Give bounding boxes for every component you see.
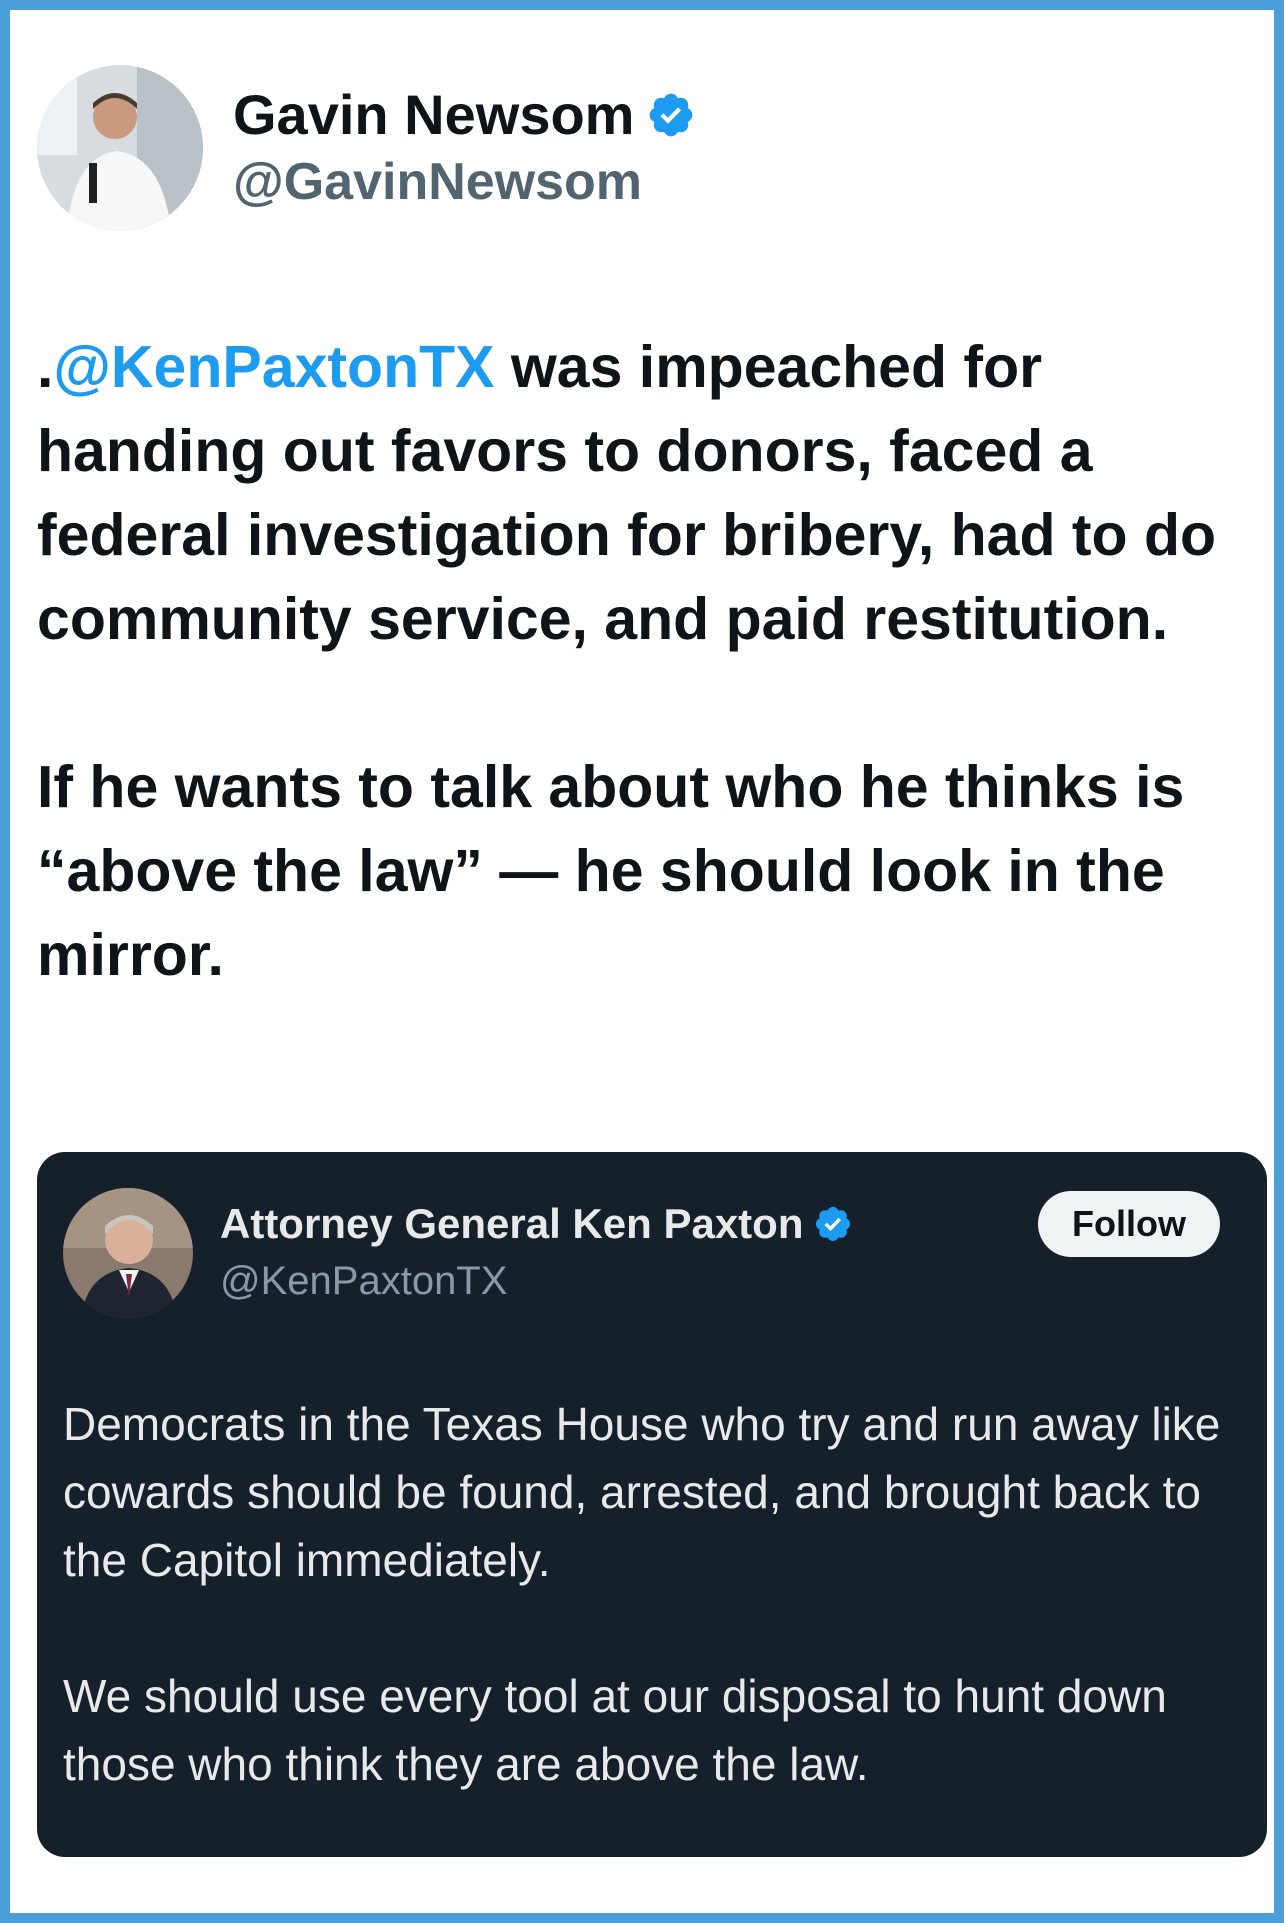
tweet-paragraph: .@KenPaxtonTX was impeached for handing … bbox=[37, 325, 1272, 661]
mention-link[interactable]: @KenPaxtonTX bbox=[53, 334, 494, 400]
quoted-tweet-card[interactable]: Attorney General Ken Paxton @KenPaxtonTX… bbox=[37, 1152, 1267, 1857]
verified-badge-icon bbox=[650, 93, 693, 137]
follow-button[interactable]: Follow bbox=[1038, 1191, 1220, 1257]
quoted-paragraph: Democrats in the Texas House who try and… bbox=[63, 1398, 1221, 1586]
tweet-text: .@KenPaxtonTX was impeached for handing … bbox=[37, 325, 1272, 997]
author-handle[interactable]: @GavinNewsom bbox=[233, 150, 696, 214]
screenshot-frame: Gavin Newsom @GavinNewsom .@KenPaxtonTX … bbox=[0, 0, 1284, 1923]
tweet-paragraph-2: If he wants to talk about who he thinks … bbox=[37, 754, 1185, 988]
quoted-author-handle[interactable]: @KenPaxtonTX bbox=[220, 1256, 853, 1306]
quoted-paragraph-2: We should use every tool at our disposal… bbox=[63, 1670, 1167, 1790]
author-display-name[interactable]: Gavin Newsom bbox=[233, 82, 634, 148]
verified-badge-icon bbox=[816, 1206, 851, 1242]
quoted-tweet-text: Democrats in the Texas House who try and… bbox=[63, 1390, 1243, 1798]
text-lead: . bbox=[37, 334, 54, 400]
author-avatar[interactable] bbox=[37, 65, 203, 231]
tweet-header: Gavin Newsom @GavinNewsom bbox=[37, 65, 696, 231]
quoted-author-avatar[interactable] bbox=[63, 1188, 193, 1318]
quoted-author-display-name[interactable]: Attorney General Ken Paxton bbox=[220, 1198, 803, 1250]
